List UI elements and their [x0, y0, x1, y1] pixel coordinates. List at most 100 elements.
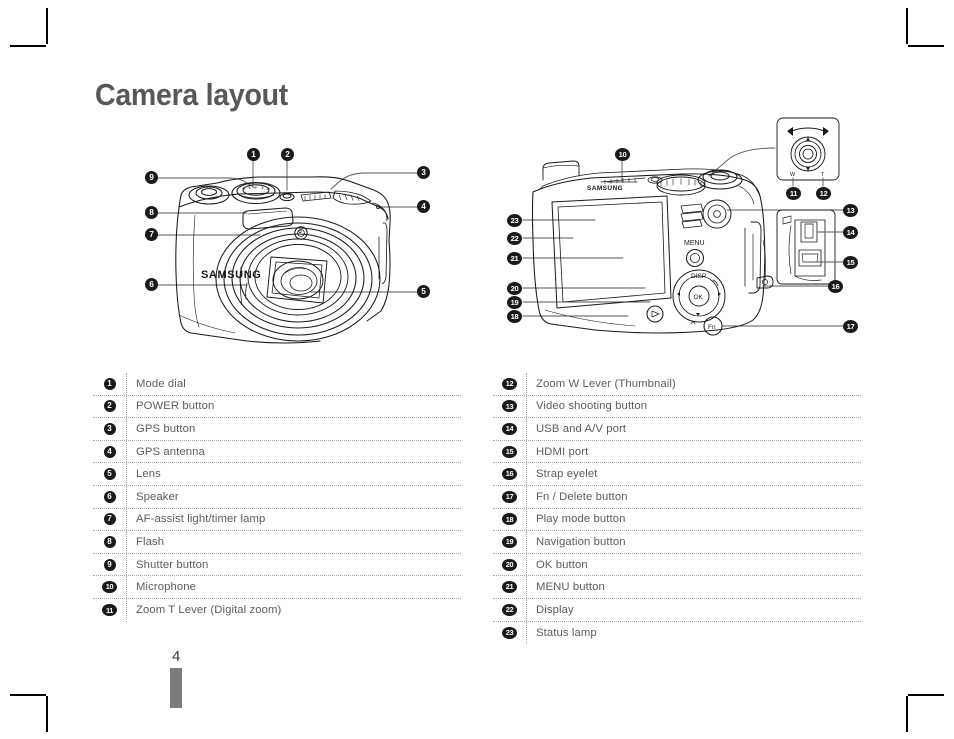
row-number-cell: 6: [93, 485, 127, 508]
camera-front-illustration: SAMSUNG: [156, 154, 424, 344]
row-number-cell: 23: [493, 621, 527, 645]
callout-5: 5: [417, 285, 430, 298]
row-bullet: 1: [103, 377, 116, 390]
row-number-cell: 18: [493, 508, 527, 531]
row-label: Lens: [136, 468, 161, 481]
row-label: GPS antenna: [136, 445, 205, 458]
callout-23: 23: [507, 214, 522, 227]
row-bullet: 21: [502, 581, 517, 594]
parts-table-right: 12 Zoom W Lever (Thumbnail) 13 Video sho…: [493, 373, 861, 645]
row-bullet: 8: [103, 535, 116, 548]
row-number-cell: 14: [493, 418, 527, 440]
table-row: 11 Zoom T Lever (Digital zoom): [93, 598, 461, 622]
page-number: 4: [172, 648, 181, 665]
callout-6: 6: [145, 278, 158, 291]
row-label: Display: [536, 603, 574, 616]
zoom-t-label: T: [821, 172, 825, 178]
row-number-cell: 16: [493, 463, 527, 485]
callout-17: 17: [843, 320, 858, 333]
crop-mark-top-right-vertical: [906, 8, 908, 44]
table-row: 22 Display: [493, 598, 861, 622]
row-number-cell: 1: [93, 373, 127, 395]
camera-front-view-figure: SAMSUNG 1 2 3 4 5 6 7 8 9: [135, 145, 445, 345]
row-bullet: 18: [502, 513, 517, 526]
row-number-cell: 21: [493, 576, 527, 598]
table-row: 3 GPS button: [93, 418, 461, 441]
row-bullet: 3: [103, 422, 116, 435]
row-bullet: 10: [102, 581, 117, 594]
row-number-cell: 20: [493, 553, 527, 576]
row-label: Fn / Delete button: [536, 490, 628, 503]
row-number-cell: 11: [93, 598, 127, 622]
callout-14: 14: [843, 226, 858, 239]
callout-7: 7: [145, 228, 158, 241]
row-bullet: 9: [103, 558, 116, 571]
row-label: GPS button: [136, 422, 196, 435]
callout-12: 12: [816, 187, 831, 200]
row-label: Navigation button: [536, 535, 626, 548]
row-label: Status lamp: [536, 626, 597, 639]
crop-mark-bottom-right-horizontal: [908, 694, 944, 696]
row-number-cell: 5: [93, 463, 127, 485]
table-row: 9 Shutter button: [93, 553, 461, 577]
row-label: USB and A/V port: [536, 422, 627, 435]
crop-mark-top-right-horizontal: [908, 45, 944, 47]
table-row: 18 Play mode button: [493, 508, 861, 532]
menu-label-text: MENU: [684, 240, 705, 247]
table-row: 14 USB and A/V port: [493, 418, 861, 441]
callout-9: 9: [145, 171, 158, 184]
table-row: 12 Zoom W Lever (Thumbnail): [493, 373, 861, 396]
row-label: POWER button: [136, 400, 215, 413]
row-bullet: 19: [502, 535, 517, 548]
callout-4: 4: [417, 200, 430, 213]
table-row: 5 Lens: [93, 463, 461, 486]
callout-10: 10: [615, 148, 630, 161]
row-bullet: 12: [502, 377, 517, 390]
fn-label-text: Fn: [708, 324, 716, 331]
row-number-cell: 9: [93, 553, 127, 576]
disp-label-text: DISP: [691, 273, 706, 280]
row-bullet: 15: [502, 445, 517, 458]
row-bullet: 22: [502, 603, 517, 616]
table-row: 19 Navigation button: [493, 531, 861, 554]
table-row: 21 MENU button: [493, 576, 861, 599]
camera-back-illustration: MENU DISP OK Fn SAMSUNG W T: [522, 117, 851, 336]
crop-mark-bottom-left-vertical: [46, 696, 48, 732]
row-label: MENU button: [536, 581, 605, 594]
table-row: 10 Microphone: [93, 576, 461, 599]
row-number-cell: 17: [493, 485, 527, 508]
row-bullet: 6: [103, 490, 116, 503]
table-row: 20 OK button: [493, 553, 861, 577]
page-title: Camera layout: [95, 77, 288, 112]
callout-22: 22: [507, 232, 522, 245]
callout-11: 11: [786, 187, 801, 200]
row-bullet: 2: [103, 400, 116, 413]
row-bullet: 4: [103, 445, 116, 458]
row-label: Zoom T Lever (Digital zoom): [136, 604, 282, 617]
row-bullet: 11: [102, 604, 117, 617]
row-label: Microphone: [136, 581, 197, 594]
callout-16: 16: [828, 280, 843, 293]
row-label: Mode dial: [136, 377, 186, 390]
row-label: AF-assist light/timer lamp: [136, 513, 266, 526]
row-bullet: 5: [103, 468, 116, 481]
row-bullet: 20: [502, 558, 517, 571]
row-bullet: 13: [502, 400, 517, 413]
row-label: Zoom W Lever (Thumbnail): [536, 377, 676, 390]
row-number-cell: 8: [93, 531, 127, 553]
row-number-cell: 3: [93, 418, 127, 440]
crop-mark-top-left-horizontal: [10, 45, 46, 47]
row-number-cell: 7: [93, 508, 127, 531]
row-label: HDMI port: [536, 445, 589, 458]
callout-13: 13: [843, 204, 858, 217]
row-label: Strap eyelet: [536, 468, 598, 481]
row-label: Shutter button: [136, 558, 209, 571]
table-row: 7 AF-assist light/timer lamp: [93, 508, 461, 532]
crop-mark-bottom-right-vertical: [906, 696, 908, 732]
callout-2: 2: [281, 148, 294, 161]
table-row: 2 POWER button: [93, 395, 461, 419]
table-row: 1 Mode dial: [93, 373, 461, 396]
callout-18: 18: [507, 310, 522, 323]
row-number-cell: 15: [493, 440, 527, 463]
table-row: 15 HDMI port: [493, 440, 861, 464]
